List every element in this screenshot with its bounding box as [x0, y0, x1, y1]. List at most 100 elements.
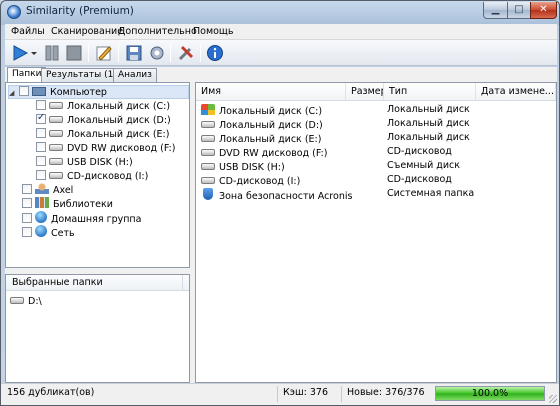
column-divider	[182, 275, 183, 291]
tree-item-computer[interactable]: ◢ Компьютер	[8, 85, 189, 99]
row-type: CD-дисковод	[387, 174, 452, 185]
toolbar-separator	[88, 44, 89, 62]
tree-item-drive[interactable]: Локальный диск (E:)	[36, 127, 169, 141]
stop-button[interactable]	[65, 44, 83, 62]
checkbox[interactable]	[22, 184, 32, 194]
column-header-name[interactable]: Имя	[196, 83, 346, 101]
menu-files[interactable]: Файлы	[11, 26, 45, 37]
drive-icon	[49, 130, 63, 137]
status-divider	[341, 386, 342, 402]
menu-scan[interactable]: Сканирование	[51, 26, 123, 37]
start-scan-button[interactable]	[11, 44, 29, 62]
tree-item-drive[interactable]: CD-дисковод (I:)	[36, 169, 148, 183]
tree-item-libraries[interactable]: Библиотеки	[22, 197, 113, 211]
list-row[interactable]: Локальный диск (C:) Локальный диск	[196, 104, 556, 117]
checkbox[interactable]	[36, 170, 46, 180]
row-type: Съемный диск	[387, 160, 460, 171]
tree-item-label: Компьютер	[50, 87, 107, 98]
row-name: CD-дисковод (I:)	[219, 176, 301, 187]
toolbar-separator	[170, 44, 171, 62]
list-row[interactable]: DVD RW дисковод (F:) CD-дисковод	[196, 146, 556, 159]
main-content: ◢ Компьютер Локальный диск (C:) Локальный…	[5, 82, 557, 383]
tree-item-drive[interactable]: Локальный диск (C:)	[36, 99, 170, 113]
drive-icon	[49, 102, 63, 109]
close-button[interactable]: ✕	[530, 2, 557, 19]
row-type: Локальный диск	[387, 118, 470, 129]
selected-folders-header: Выбранные папки	[6, 275, 189, 291]
library-icon	[35, 197, 49, 208]
list-row[interactable]: Локальный диск (E:) Локальный диск	[196, 132, 556, 145]
menu-advanced[interactable]: Дополнительно	[118, 26, 197, 37]
tree-item-label: Локальный диск (D:)	[67, 115, 171, 126]
list-row[interactable]: CD-дисковод (I:) CD-дисковод	[196, 174, 556, 187]
tree-item-network[interactable]: Сеть	[22, 225, 75, 239]
app-logo-icon	[7, 5, 21, 19]
tree-item-axel[interactable]: Axel	[22, 183, 73, 197]
drive-icon	[10, 297, 24, 304]
tree-item-drive[interactable]: Локальный диск (D:)	[36, 112, 171, 127]
tree-item-label: Axel	[53, 185, 74, 196]
list-row[interactable]: Зона безопасности Acronis Системная папк…	[196, 188, 556, 202]
edit-icon[interactable]	[95, 44, 113, 62]
computer-icon	[32, 87, 46, 96]
checkbox[interactable]	[19, 86, 29, 96]
checkbox[interactable]	[22, 198, 32, 208]
close-icon: ✕	[539, 4, 548, 15]
settings-icon[interactable]	[148, 44, 166, 62]
info-icon[interactable]	[206, 44, 224, 62]
pause-button[interactable]	[43, 44, 61, 62]
row-type: CD-дисковод	[387, 146, 452, 157]
list-row[interactable]: USB DISK (H:) Съемный диск	[196, 160, 556, 173]
row-type: Системная папка	[387, 188, 475, 199]
checkbox[interactable]	[36, 142, 46, 152]
menu-bar: Файлы Сканирование Дополнительно Помощь	[5, 24, 557, 40]
column-header-date[interactable]: Дата измене...	[476, 83, 556, 101]
tree-item-label: Локальный диск (E:)	[67, 129, 170, 140]
minimize-button[interactable]: ▁	[483, 2, 508, 19]
tree-item-homegroup[interactable]: Домашняя группа	[22, 211, 141, 225]
duplicates-count: 156 дубликат(ов)	[7, 387, 95, 398]
menu-help[interactable]: Помощь	[193, 26, 233, 37]
column-header-size[interactable]: Размер	[346, 83, 384, 101]
tree-item-label: Домашняя группа	[51, 214, 142, 225]
window-title: Similarity (Premium)	[26, 5, 134, 17]
row-type: Локальный диск	[387, 132, 470, 143]
chevron-down-icon[interactable]	[30, 44, 38, 62]
tools-icon[interactable]	[177, 44, 195, 62]
toolbar	[5, 40, 557, 66]
column-header-type[interactable]: Тип	[384, 83, 476, 101]
selected-folders-title: Выбранные папки	[12, 277, 103, 288]
tree-item-label: CD-дисковод (I:)	[67, 171, 149, 182]
checkbox-checked[interactable]	[36, 112, 46, 124]
checkbox[interactable]	[36, 156, 46, 166]
drive-icon	[201, 121, 215, 128]
tree-item-drive[interactable]: DVD RW дисковод (F:)	[36, 141, 175, 155]
cd-icon	[49, 172, 63, 179]
maximize-button[interactable]: □	[507, 2, 531, 19]
row-name: Зона безопасности Acronis	[219, 191, 353, 202]
checkbox[interactable]	[36, 100, 46, 110]
minimize-icon: ▁	[491, 4, 500, 15]
folder-tree[interactable]: ◢ Компьютер Локальный диск (C:) Локальный…	[5, 82, 190, 268]
title-bar[interactable]: Similarity (Premium) ▁ □ ✕	[1, 1, 559, 23]
scan-progress-bar: 100.0%	[435, 386, 545, 401]
tab-analysis[interactable]: Анализ	[113, 68, 157, 82]
dvd-icon	[201, 149, 215, 156]
checkbox[interactable]	[22, 213, 32, 223]
dvd-icon	[49, 144, 63, 151]
list-row[interactable]: Локальный диск (D:) Локальный диск	[196, 118, 556, 131]
tree-item-drive[interactable]: USB DISK (H:)	[36, 155, 133, 169]
collapse-icon[interactable]: ◢	[9, 89, 16, 97]
checkbox[interactable]	[36, 128, 46, 138]
row-name: Локальный диск (C:)	[219, 106, 323, 117]
save-icon[interactable]	[125, 44, 143, 62]
status-divider	[277, 386, 278, 402]
resize-grip-icon[interactable]	[549, 395, 557, 403]
checkbox[interactable]	[22, 227, 32, 237]
user-folder-icon	[35, 183, 49, 194]
tree-item-label: Локальный диск (C:)	[67, 101, 171, 112]
maximize-icon: □	[514, 4, 524, 15]
row-name: Локальный диск (E:)	[219, 134, 322, 145]
selected-folder-item[interactable]: D:\	[6, 291, 189, 310]
toolbar-separator	[118, 44, 119, 62]
